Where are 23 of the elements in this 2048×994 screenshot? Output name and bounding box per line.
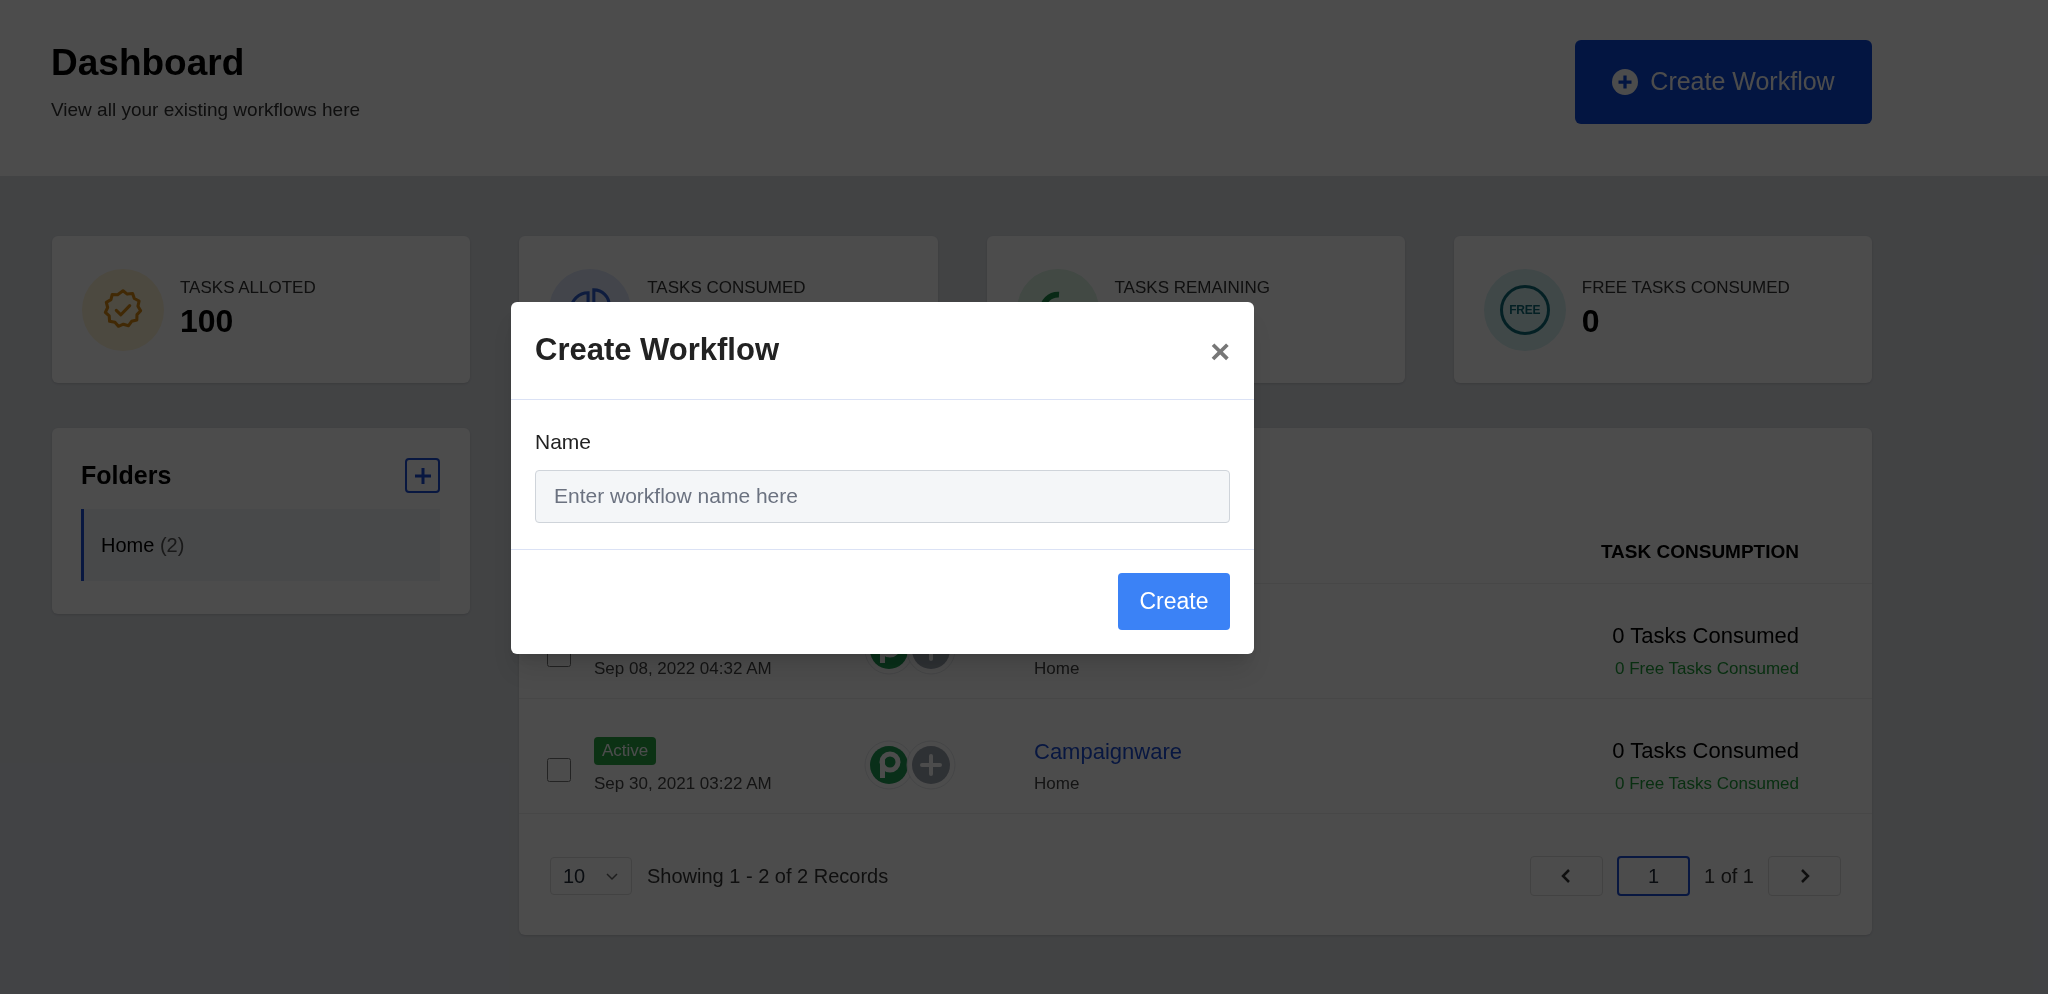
page-subtitle: View all your existing workflows here bbox=[51, 98, 361, 123]
stat-label: TASKS CONSUMED bbox=[647, 277, 806, 299]
free-tasks-consumed: 0 Free Tasks Consumed bbox=[1615, 773, 1799, 795]
tasks-consumed: 0 Tasks Consumed bbox=[1612, 737, 1799, 765]
stat-value: 0 bbox=[1581, 301, 1601, 341]
records-summary: Showing 1 - 2 of 2 Records bbox=[647, 864, 889, 889]
close-button[interactable]: × bbox=[1210, 333, 1230, 368]
free-tasks-consumed: 0 Free Tasks Consumed bbox=[1615, 658, 1799, 680]
workflow-name-field[interactable]: Enter workflow name here bbox=[535, 469, 1230, 523]
row-date: Sep 30, 2021 03:22 AM bbox=[594, 773, 772, 795]
stat-value: 100 bbox=[180, 301, 235, 341]
field-label: Name bbox=[535, 429, 593, 455]
dialog-title: Create Workflow bbox=[535, 331, 780, 370]
row-folder: Home bbox=[1034, 773, 1080, 795]
stat-label: TASKS REMAINING bbox=[1114, 277, 1271, 299]
create-button[interactable]: Create bbox=[1118, 573, 1230, 630]
tasks-consumed: 0 Tasks Consumed bbox=[1612, 622, 1799, 650]
stat-label: FREE TASKS CONSUMED bbox=[1581, 277, 1790, 299]
column-header: TASK CONSUMPTION bbox=[1600, 540, 1799, 565]
page-count: 1 of 1 bbox=[1703, 864, 1754, 889]
folders-title: Folders bbox=[81, 460, 172, 491]
stat-label: TASKS ALLOTED bbox=[180, 277, 316, 299]
page-title: Dashboard bbox=[51, 41, 246, 85]
